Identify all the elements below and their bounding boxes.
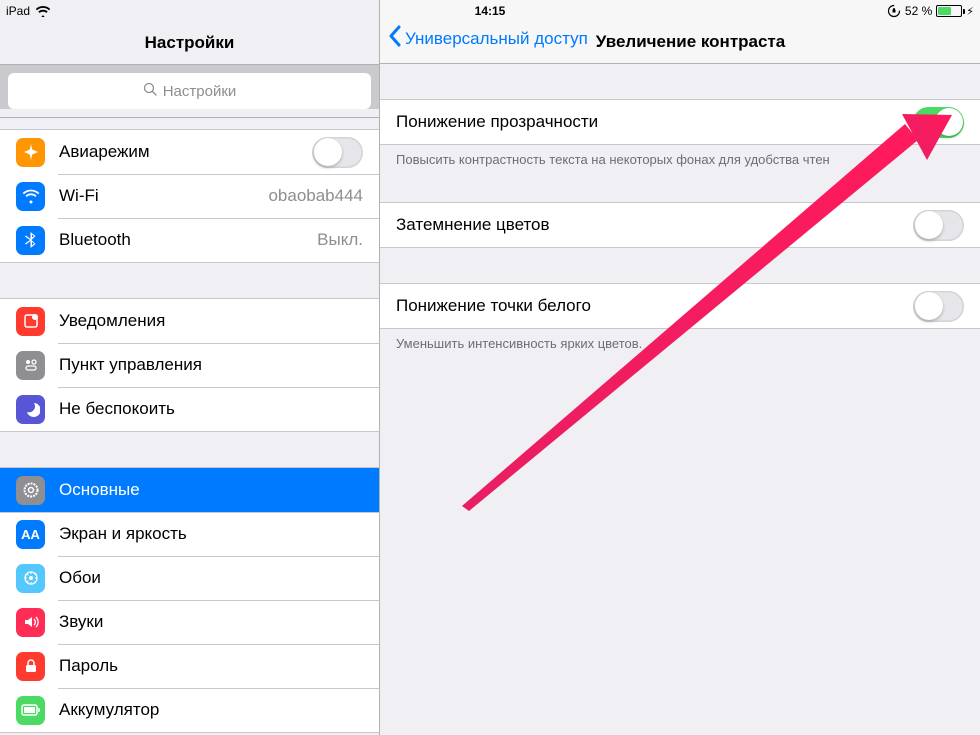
row-label: Экран и яркость <box>59 524 363 544</box>
row-label: Понижение точки белого <box>396 296 913 316</box>
row-label: Аккумулятор <box>59 700 363 720</box>
back-label: Универсальный доступ <box>405 29 588 49</box>
airplane-toggle[interactable] <box>312 137 363 168</box>
sidebar: Настройки Настройки Авиарежим <box>0 0 379 735</box>
row-label: Авиарежим <box>59 142 312 162</box>
sidebar-group: Основные AA Экран и яркость Обои Звуки <box>0 467 379 733</box>
row-darken-colors[interactable]: Затемнение цветов <box>380 202 980 248</box>
sidebar-item-dnd[interactable]: Не беспокоить <box>0 387 379 431</box>
charging-icon: ⚡︎ <box>966 5 974 18</box>
sidebar-group: Авиарежим Wi-Fi obaobab444 Bluetooth Вык… <box>0 129 379 263</box>
search-icon <box>143 82 157 100</box>
page-title: Увеличение контраста <box>596 32 785 52</box>
chevron-left-icon <box>388 25 401 52</box>
row-label: Обои <box>59 568 363 588</box>
row-label: Понижение прозрачности <box>396 112 913 132</box>
back-button[interactable]: Универсальный доступ <box>388 25 588 52</box>
sidebar-item-controlcenter[interactable]: Пункт управления <box>0 343 379 387</box>
sidebar-group: Уведомления Пункт управления Не беспокои… <box>0 298 379 432</box>
row-footer: Повысить контрастность текста на некотор… <box>380 145 980 167</box>
wifi-settings-icon <box>16 182 45 211</box>
wallpaper-icon <box>16 564 45 593</box>
bluetooth-icon <box>16 226 45 255</box>
lock-icon <box>16 652 45 681</box>
sidebar-item-wifi[interactable]: Wi-Fi obaobab444 <box>0 174 379 218</box>
detail-group: Понижение прозрачности Повысить контраст… <box>380 99 980 167</box>
control-center-icon <box>16 351 45 380</box>
row-label: Не беспокоить <box>59 399 363 419</box>
reduce-transparency-toggle[interactable] <box>913 107 964 138</box>
battery-icon <box>936 5 962 17</box>
sidebar-item-general[interactable]: Основные <box>0 468 379 512</box>
battery-percent: 52 % <box>905 4 932 18</box>
row-label: Пароль <box>59 656 363 676</box>
search-input[interactable]: Настройки <box>8 73 371 109</box>
row-footer: Уменьшить интенсивность ярких цветов. <box>380 329 980 351</box>
detail-pane: Универсальный доступ Увеличение контраст… <box>379 0 980 735</box>
dnd-icon <box>16 395 45 424</box>
row-label: Уведомления <box>59 311 363 331</box>
sidebar-item-airplane[interactable]: Авиарежим <box>0 130 379 174</box>
clock: 14:15 <box>475 4 506 18</box>
sidebar-item-bluetooth[interactable]: Bluetooth Выкл. <box>0 218 379 262</box>
row-label: Wi-Fi <box>59 186 268 206</box>
battery-settings-icon <box>16 696 45 725</box>
reduce-white-point-toggle[interactable] <box>913 291 964 322</box>
status-bar: iPad 14:15 52 % ⚡︎ <box>0 0 980 22</box>
notifications-icon <box>16 307 45 336</box>
device-label: iPad <box>6 4 30 18</box>
sidebar-item-display[interactable]: AA Экран и яркость <box>0 512 379 556</box>
detail-group: Понижение точки белого Уменьшить интенси… <box>380 283 980 351</box>
sidebar-item-wallpaper[interactable]: Обои <box>0 556 379 600</box>
wifi-value: obaobab444 <box>268 186 363 206</box>
darken-colors-toggle[interactable] <box>913 210 964 241</box>
row-label: Пункт управления <box>59 355 363 375</box>
airplane-icon <box>16 138 45 167</box>
sound-icon <box>16 608 45 637</box>
orientation-lock-icon <box>887 4 901 18</box>
row-label: Основные <box>59 480 363 500</box>
detail-group: Затемнение цветов <box>380 202 980 248</box>
row-reduce-transparency[interactable]: Понижение прозрачности <box>380 99 980 145</box>
row-label: Bluetooth <box>59 230 317 250</box>
row-label: Затемнение цветов <box>396 215 913 235</box>
wifi-icon <box>36 6 50 17</box>
sidebar-item-passcode[interactable]: Пароль <box>0 644 379 688</box>
display-icon: AA <box>16 520 45 549</box>
sidebar-item-notifications[interactable]: Уведомления <box>0 299 379 343</box>
sidebar-item-sounds[interactable]: Звуки <box>0 600 379 644</box>
row-reduce-white-point[interactable]: Понижение точки белого <box>380 283 980 329</box>
sidebar-item-battery[interactable]: Аккумулятор <box>0 688 379 732</box>
row-label: Звуки <box>59 612 363 632</box>
gear-icon <box>16 476 45 505</box>
bluetooth-value: Выкл. <box>317 230 363 250</box>
search-placeholder: Настройки <box>163 83 237 100</box>
